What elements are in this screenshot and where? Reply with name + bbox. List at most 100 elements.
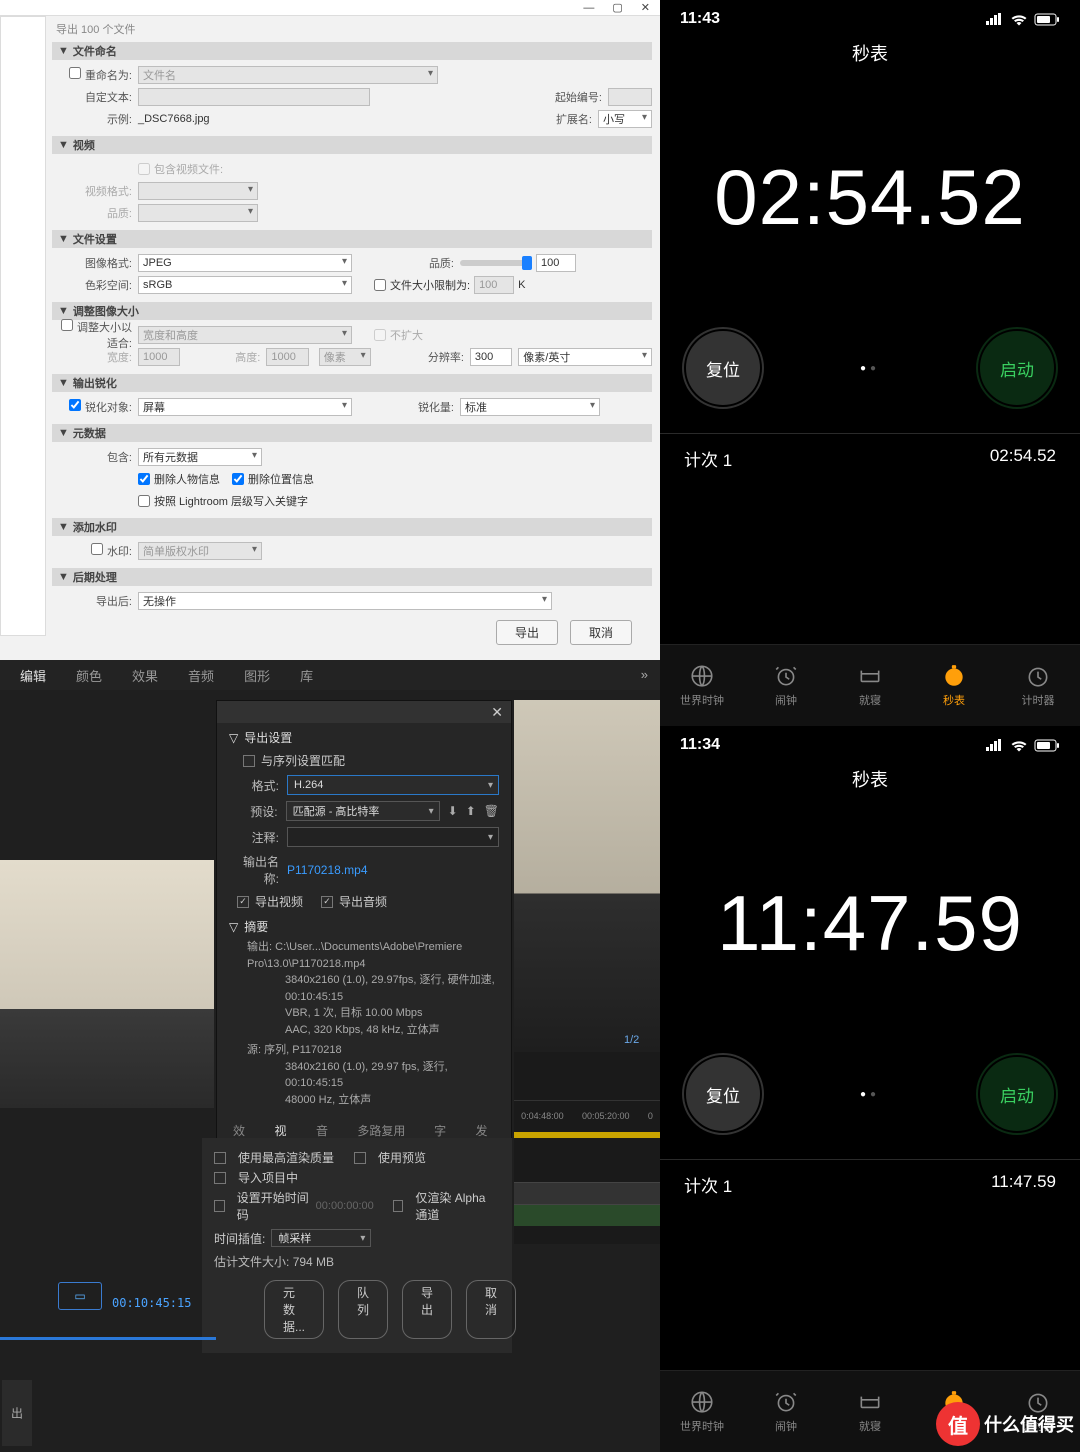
start-button[interactable]: 启动	[978, 1055, 1056, 1133]
resize-checkbox[interactable]	[61, 319, 73, 331]
page-dots[interactable]: ●●	[860, 1089, 880, 1100]
tab-stopwatch[interactable]: 秒表	[912, 645, 996, 726]
section-post-processing[interactable]: ▼后期处理	[52, 568, 652, 586]
tab-library[interactable]: 库	[300, 666, 313, 685]
close-button[interactable]: ✕	[641, 1, 650, 14]
set-start-tc-checkbox[interactable]	[214, 1200, 225, 1212]
tab-effects[interactable]: 效果	[132, 666, 158, 685]
section-watermark[interactable]: ▼添加水印	[52, 518, 652, 536]
metadata-button[interactable]: 元数据...	[264, 1280, 324, 1339]
preview-scale[interactable]: 1/2	[624, 1034, 639, 1046]
export-button[interactable]: 导出	[402, 1280, 452, 1339]
section-sharpening[interactable]: ▼输出锐化	[52, 374, 652, 392]
maximize-button[interactable]: ▢	[612, 1, 622, 14]
timecode-display[interactable]: 00:10:45:15	[112, 1296, 191, 1310]
resolution-unit-select[interactable]: 像素/英寸	[518, 348, 652, 366]
export-preset-sidebar[interactable]	[0, 16, 46, 636]
import-project-checkbox[interactable]	[214, 1172, 226, 1184]
summary-block: 输出: C:\User...\Documents\Adobe\Premiere …	[229, 939, 499, 1108]
limit-size-checkbox[interactable]	[374, 279, 386, 291]
start-number-input[interactable]	[608, 88, 652, 106]
section-video[interactable]: ▼视频	[52, 136, 652, 154]
remove-person-checkbox[interactable]	[138, 473, 150, 485]
watermark-select[interactable]: 简单版权水印	[138, 542, 262, 560]
alpha-only-checkbox[interactable]	[393, 1200, 404, 1212]
sharpen-for-select[interactable]: 屏幕	[138, 398, 352, 416]
extension-select[interactable]: 小写	[598, 110, 652, 128]
sharpen-checkbox[interactable]	[69, 399, 81, 411]
reset-button[interactable]: 复位	[684, 329, 762, 407]
dialog-close-button[interactable]: ✕	[491, 704, 503, 721]
section-file-naming[interactable]: ▼文件命名	[52, 42, 652, 60]
tab-bedtime[interactable]: 就寝	[828, 645, 912, 726]
rename-template-select[interactable]: 文件名	[138, 66, 438, 84]
comment-input[interactable]	[287, 827, 499, 847]
cancel-button[interactable]: 取消	[466, 1280, 516, 1339]
cellular-icon	[986, 739, 1004, 751]
sharpen-amount-select[interactable]: 标准	[460, 398, 600, 416]
source-monitor[interactable]	[0, 860, 214, 1108]
tab-alarm[interactable]: 闹钟	[744, 645, 828, 726]
image-format-select[interactable]: JPEG	[138, 254, 352, 272]
quality-slider[interactable]	[460, 260, 530, 266]
page-dots[interactable]: ●●	[860, 363, 880, 374]
time-interp-select[interactable]: 帧采样	[271, 1229, 371, 1247]
export-video-checkbox[interactable]	[237, 896, 249, 908]
remove-location-checkbox[interactable]	[232, 473, 244, 485]
import-preset-icon[interactable]: ⬆	[466, 804, 476, 818]
format-select[interactable]: H.264	[287, 775, 499, 795]
section-file-settings[interactable]: ▼文件设置	[52, 230, 652, 248]
limit-size-input[interactable]: 100	[474, 276, 514, 294]
section-metadata[interactable]: ▼元数据	[52, 424, 652, 442]
tab-color[interactable]: 颜色	[76, 666, 102, 685]
metadata-include-select[interactable]: 所有元数据	[138, 448, 262, 466]
delete-preset-icon[interactable]: 🗑	[484, 804, 499, 818]
watermark-checkbox[interactable]	[91, 543, 103, 555]
include-video-checkbox[interactable]	[138, 163, 150, 175]
use-preview-checkbox[interactable]	[354, 1152, 366, 1164]
out-panel-label: 出	[2, 1380, 32, 1446]
timeline-tool-button[interactable]: ▭	[58, 1282, 102, 1310]
output-name-link[interactable]: P1170218.mp4	[287, 863, 368, 877]
quality-input[interactable]: 100	[536, 254, 576, 272]
tab-edit[interactable]: 编辑	[20, 666, 46, 685]
minimize-button[interactable]: —	[583, 2, 594, 14]
no-enlarge-checkbox[interactable]	[374, 329, 386, 341]
tab-world-clock[interactable]: 世界时钟	[660, 645, 744, 726]
color-space-select[interactable]: sRGB	[138, 276, 352, 294]
export-audio-checkbox[interactable]	[321, 896, 333, 908]
save-preset-icon[interactable]: ⬇	[448, 804, 458, 818]
width-input[interactable]: 1000	[138, 348, 180, 366]
workspace-overflow-button[interactable]: »	[641, 667, 648, 682]
tab-bedtime[interactable]: 就寝	[828, 1371, 912, 1452]
resolution-input[interactable]: 300	[470, 348, 512, 366]
tab-world-clock[interactable]: 世界时钟	[660, 1371, 744, 1452]
preset-select[interactable]: 匹配源 - 高比特率	[286, 801, 440, 821]
tab-audio[interactable]: 音频	[188, 666, 214, 685]
queue-button[interactable]: 队列	[338, 1280, 388, 1339]
cellular-icon	[986, 13, 1004, 25]
custom-text-input[interactable]	[138, 88, 370, 106]
match-sequence-checkbox[interactable]	[243, 755, 255, 767]
reset-button[interactable]: 复位	[684, 1055, 762, 1133]
tab-alarm[interactable]: 闹钟	[744, 1371, 828, 1452]
program-monitor[interactable]	[514, 700, 660, 1052]
start-button[interactable]: 启动	[978, 329, 1056, 407]
tab-graphics[interactable]: 图形	[244, 666, 270, 685]
resize-mode-select[interactable]: 宽度和高度	[138, 326, 352, 344]
tab-timer[interactable]: 计时器	[996, 645, 1080, 726]
max-quality-checkbox[interactable]	[214, 1152, 226, 1164]
export-button[interactable]: 导出	[496, 620, 558, 645]
rename-checkbox[interactable]	[69, 67, 81, 79]
cancel-button[interactable]: 取消	[570, 620, 632, 645]
height-input[interactable]: 1000	[266, 348, 308, 366]
wifi-icon	[1010, 739, 1028, 752]
lr-hierarchy-checkbox[interactable]	[138, 495, 150, 507]
summary-title: 摘要	[244, 918, 268, 935]
size-unit-select[interactable]: 像素	[319, 348, 371, 366]
after-export-select[interactable]: 无操作	[138, 592, 552, 610]
section-image-sizing[interactable]: ▼调整图像大小	[52, 302, 652, 320]
timeline-ruler: 0:04:48:0000:05:20:000	[514, 1100, 660, 1130]
timeline-fragment[interactable]: 0:04:48:0000:05:20:000	[514, 1052, 660, 1244]
video-quality-select	[138, 204, 258, 222]
